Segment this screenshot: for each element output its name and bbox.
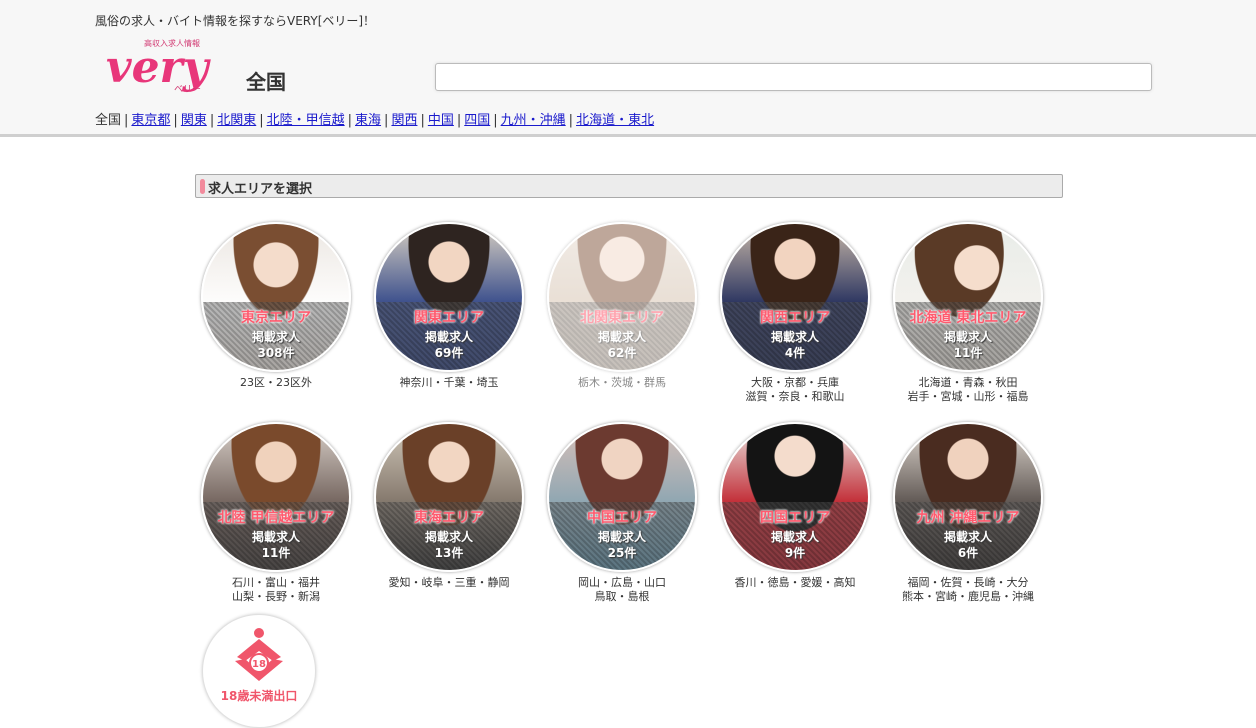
area-prefectures: 23区・23区外 bbox=[240, 376, 312, 389]
area-photo-circle[interactable]: 北関東エリア 掲載求人 62件 bbox=[547, 222, 697, 372]
job-count: 25件 bbox=[607, 546, 637, 560]
job-count: 6件 bbox=[957, 546, 979, 560]
region-link-kansai[interactable]: 関西 bbox=[391, 113, 417, 128]
region-link-hokkaido[interactable]: 北海道・東北 bbox=[576, 113, 654, 128]
area-name: 北海道 東北エリア bbox=[909, 310, 1027, 326]
area-name: 中国エリア bbox=[587, 510, 657, 526]
region-link-tokai[interactable]: 東海 bbox=[355, 113, 381, 128]
area-name: 東海エリア bbox=[414, 510, 484, 526]
area-select-heading: 求人エリアを選択 bbox=[195, 174, 1063, 198]
area-name: 東京エリア bbox=[241, 310, 311, 326]
area-photo-circle[interactable]: 関西エリア 掲載求人 4件 bbox=[720, 222, 870, 372]
area-photo-circle[interactable]: 東海エリア 掲載求人 13件 bbox=[374, 422, 524, 572]
area-card-kanto[interactable]: 関東エリア 掲載求人 69件 神奈川・千葉・埼玉 bbox=[369, 222, 529, 390]
region-nav-current: 全国 bbox=[95, 113, 122, 128]
region-link-chugoku[interactable]: 中国 bbox=[428, 113, 454, 128]
area-card-hokuriku[interactable]: 北陸 甲信越エリア 掲載求人 11件 石川・富山・福井 山梨・長野・新潟 bbox=[196, 422, 356, 604]
area-prefectures: 北海道・青森・秋田 岩手・宮城・山形・福島 bbox=[907, 376, 1029, 403]
area-prefectures: 岡山・広島・山口 鳥取・島根 bbox=[578, 576, 666, 603]
area-name: 四国エリア bbox=[760, 510, 830, 526]
job-count: 9件 bbox=[784, 546, 806, 560]
region-link-kitakanto[interactable]: 北関東 bbox=[217, 113, 256, 128]
area-card-tokai[interactable]: 東海エリア 掲載求人 13件 愛知・岐阜・三重・静岡 bbox=[369, 422, 529, 590]
area-card-shikoku[interactable]: 四国エリア 掲載求人 9件 香川・徳島・愛媛・高知 bbox=[715, 422, 875, 590]
area-prefectures: 福岡・佐賀・長崎・大分 熊本・宮崎・鹿児島・沖縄 bbox=[902, 576, 1034, 603]
heading-accent-bar bbox=[200, 179, 205, 194]
job-count-label: 掲載求人 bbox=[597, 330, 646, 344]
area-card-chugoku[interactable]: 中国エリア 掲載求人 25件 岡山・広島・山口 鳥取・島根 bbox=[542, 422, 702, 604]
area-select-title: 求人エリアを選択 bbox=[208, 182, 313, 197]
area-card-hokkaido[interactable]: 北海道 東北エリア 掲載求人 11件 北海道・青森・秋田 岩手・宮城・山形・福島 bbox=[888, 222, 1048, 404]
area-name: 北陸 甲信越エリア bbox=[217, 510, 335, 526]
svg-text:18: 18 bbox=[252, 659, 266, 670]
job-count-label: 掲載求人 bbox=[770, 530, 819, 544]
area-photo-circle[interactable]: 四国エリア 掲載求人 9件 bbox=[720, 422, 870, 572]
area-photo-circle[interactable]: 北陸 甲信越エリア 掲載求人 11件 bbox=[201, 422, 351, 572]
region-nav: 全国 | 東京都 | 関東 | 北関東 | 北陸・甲信越 | 東海 | 関西 | 中国 | 四国 | 九州・沖縄 | 北… bbox=[95, 113, 655, 128]
job-count-label: 掲載求人 bbox=[943, 330, 992, 344]
area-photo-circle[interactable]: 中国エリア 掲載求人 25件 bbox=[547, 422, 697, 572]
job-count-label: 掲載求人 bbox=[251, 530, 300, 544]
site-header: 風俗の求人・バイト情報を探すならVERY[ベリー]！ 高収入求人情報 very … bbox=[0, 0, 1256, 137]
area-photo-circle[interactable]: 東京エリア 掲載求人 308件 bbox=[201, 222, 351, 372]
under-18-exit-label: 18歳未満出口 bbox=[220, 689, 298, 703]
region-link-kyushu[interactable]: 九州・沖縄 bbox=[501, 113, 566, 128]
region-link-kanto[interactable]: 関東 bbox=[181, 113, 207, 128]
under-18-exit-button[interactable]: 18 18歳未満出口 bbox=[202, 614, 316, 728]
area-prefectures: 神奈川・千葉・埼玉 bbox=[399, 376, 499, 389]
job-count-label: 掲載求人 bbox=[251, 330, 300, 344]
area-card-kitakanto[interactable]: 北関東エリア 掲載求人 62件 栃木・茨城・群馬 bbox=[542, 222, 702, 390]
under-18-icon: 18 bbox=[235, 628, 283, 681]
area-prefectures: 愛知・岐阜・三重・静岡 bbox=[388, 576, 510, 589]
job-count-label: 掲載求人 bbox=[424, 530, 473, 544]
area-card-kyushu[interactable]: 九州 沖縄エリア 掲載求人 6件 福岡・佐賀・長崎・大分 熊本・宮崎・鹿児島・沖縄 bbox=[888, 422, 1048, 604]
area-prefectures: 栃木・茨城・群馬 bbox=[578, 376, 666, 389]
region-link-shikoku[interactable]: 四国 bbox=[464, 113, 490, 128]
area-name: 関東エリア bbox=[414, 310, 484, 326]
area-name: 北関東エリア bbox=[580, 310, 664, 326]
region-link-tokyo[interactable]: 東京都 bbox=[131, 113, 170, 128]
site-tagline: 風俗の求人・バイト情報を探すならVERY[ベリー]！ bbox=[95, 14, 376, 28]
area-prefectures: 石川・富山・福井 山梨・長野・新潟 bbox=[232, 576, 320, 603]
job-count: 308件 bbox=[257, 346, 295, 360]
area-card-tokyo[interactable]: 東京エリア 掲載求人 308件 23区・23区外 bbox=[196, 222, 356, 390]
job-count-label: 掲載求人 bbox=[943, 530, 992, 544]
area-photo-circle[interactable]: 北海道 東北エリア 掲載求人 11件 bbox=[893, 222, 1043, 372]
area-photo-circle[interactable]: 関東エリア 掲載求人 69件 bbox=[374, 222, 524, 372]
area-prefectures: 大阪・京都・兵庫 滋賀・奈良・和歌山 bbox=[745, 376, 845, 403]
job-count: 62件 bbox=[607, 346, 637, 360]
job-count-label: 掲載求人 bbox=[424, 330, 473, 344]
logo-subtitle-bottom: ベリー bbox=[174, 85, 201, 95]
area-name: 関西エリア bbox=[760, 310, 830, 326]
area-name: 九州 沖縄エリア bbox=[916, 510, 1020, 526]
job-count: 69件 bbox=[434, 346, 464, 360]
job-count: 11件 bbox=[953, 346, 983, 360]
job-count: 4件 bbox=[784, 346, 806, 360]
area-card-kansai[interactable]: 関西エリア 掲載求人 4件 大阪・京都・兵庫 滋賀・奈良・和歌山 bbox=[715, 222, 875, 404]
very-logo[interactable]: 高収入求人情報 very ベリー bbox=[104, 34, 238, 96]
job-count-label: 掲載求人 bbox=[597, 530, 646, 544]
search-input[interactable] bbox=[435, 63, 1152, 91]
job-count: 11件 bbox=[261, 546, 291, 560]
job-count: 13件 bbox=[434, 546, 464, 560]
area-photo-circle[interactable]: 九州 沖縄エリア 掲載求人 6件 bbox=[893, 422, 1043, 572]
current-region-label: 全国 bbox=[246, 70, 286, 94]
job-count-label: 掲載求人 bbox=[770, 330, 819, 344]
region-link-hokuriku[interactable]: 北陸・甲信越 bbox=[267, 113, 345, 128]
area-prefectures: 香川・徳島・愛媛・高知 bbox=[734, 576, 856, 589]
